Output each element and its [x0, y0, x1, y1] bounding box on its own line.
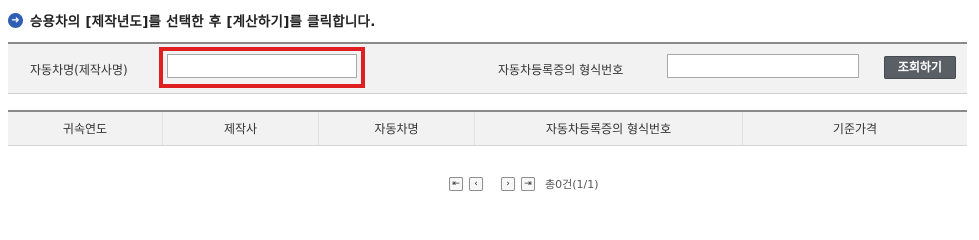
column-header-base-price: 기준가격	[832, 122, 878, 136]
arrow-circle-icon: ➜	[8, 12, 23, 28]
search-button[interactable]: 조회하기	[884, 56, 956, 79]
result-table-header: 귀속연도 제작사 자동차명 자동차등록증의 형식번호 기준가격	[8, 110, 967, 146]
type-number-input[interactable]	[667, 54, 859, 78]
next-page-icon[interactable]: ›	[501, 177, 515, 191]
last-page-icon[interactable]: ⇥	[521, 177, 535, 191]
page-summary: 총0건(1/1)	[545, 178, 599, 191]
first-page-icon[interactable]: ⇤	[449, 177, 463, 191]
search-panel: 자동차명(제작사명) 자동차등록증의 형식번호 조회하기	[8, 42, 967, 94]
car-name-label: 자동차명(제작사명)	[30, 63, 128, 77]
column-header-car-name: 자동차명	[319, 112, 475, 145]
column-header-year: 귀속연도	[8, 112, 163, 145]
type-number-label: 자동차등록증의 형식번호	[498, 63, 624, 77]
instruction-text: 승용차의 [제작년도]를 선택한 후 [계산하기]를 클릭합니다.	[30, 14, 376, 30]
prev-page-icon[interactable]: ‹	[469, 177, 483, 191]
pagination: ⇤ ‹ › ⇥ 총0건(1/1)	[449, 177, 599, 191]
car-name-input[interactable]	[167, 54, 357, 78]
instruction-line: ➜ 승용차의 [제작년도]를 선택한 후 [계산하기]를 클릭합니다.	[8, 11, 376, 30]
column-header-type-number: 자동차등록증의 형식번호	[475, 112, 743, 145]
column-header-maker: 제작사	[163, 112, 319, 145]
